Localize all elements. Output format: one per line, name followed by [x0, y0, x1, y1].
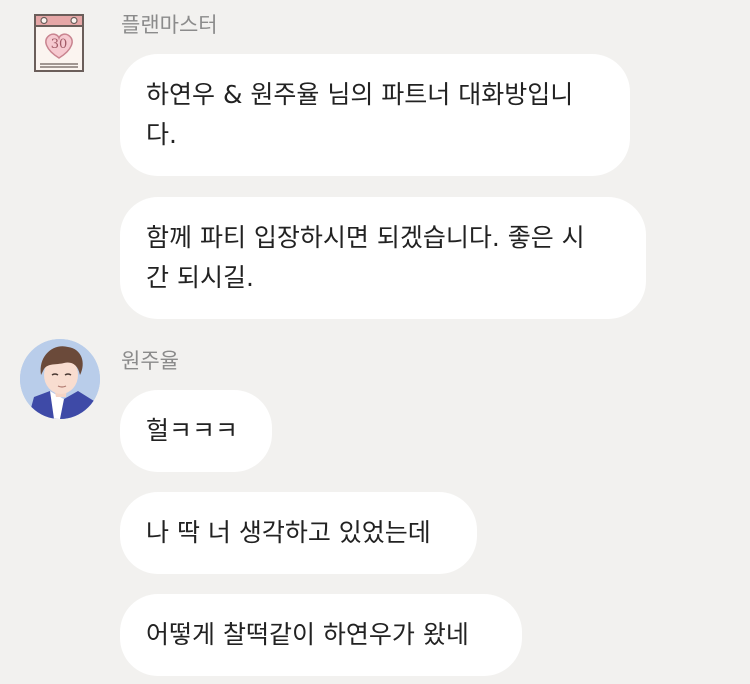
calendar-avatar[interactable]: 30: [34, 14, 84, 72]
message-bubble[interactable]: 헐ㅋㅋㅋ: [120, 390, 272, 472]
user-portrait-icon: [20, 339, 100, 419]
user-avatar[interactable]: [20, 339, 100, 419]
message-bubble[interactable]: 함께 파티 입장하시면 되겠습니다. 좋은 시 간 되시길.: [120, 197, 646, 319]
sender-name: 원주율: [121, 349, 179, 373]
sender-name: 플랜마스터: [121, 13, 218, 37]
message-bubble[interactable]: 어떻게 찰떡같이 하연우가 왔네: [120, 594, 522, 676]
message-bubble[interactable]: 하연우 & 원주율 님의 파트너 대화방입니 다.: [120, 54, 630, 176]
calendar-number: 30: [50, 37, 68, 52]
message-bubble[interactable]: 나 딱 너 생각하고 있었는데: [120, 492, 477, 574]
